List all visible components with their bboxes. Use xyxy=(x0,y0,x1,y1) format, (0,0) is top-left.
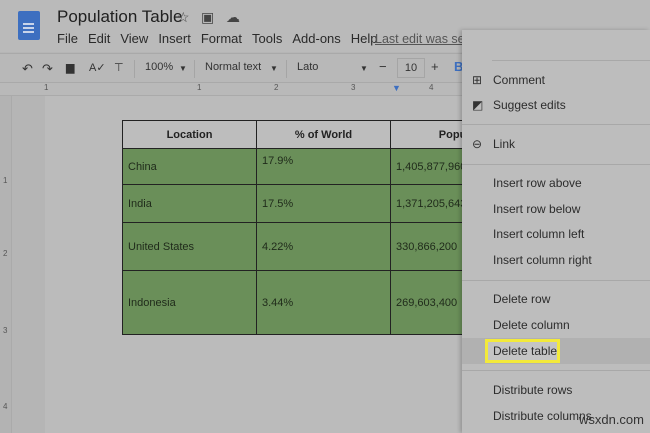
menu-format[interactable]: Format xyxy=(201,31,242,46)
table-cell[interactable]: 4.22% xyxy=(256,222,391,271)
table-cell[interactable]: 1,371,205,643 xyxy=(389,184,473,223)
decrease-font-button[interactable]: − xyxy=(379,59,387,74)
table-cell[interactable]: India xyxy=(122,184,257,223)
zoom-select[interactable]: 100% xyxy=(145,61,173,73)
table-header-row: Location % of World Popul xyxy=(122,120,473,149)
font-select[interactable]: Lato xyxy=(297,61,318,73)
table-cell[interactable]: 17.9% xyxy=(256,148,391,185)
population-table[interactable]: Location % of World Popul China 17.9% 1,… xyxy=(122,120,473,335)
redo-icon[interactable]: ↷ xyxy=(42,61,53,77)
table-cell[interactable]: 269,603,400 xyxy=(389,270,473,335)
context-menu: ⊞ Comment ◩ Suggest edits ⊖ Link Insert … xyxy=(462,30,650,433)
menu-addons[interactable]: Add-ons xyxy=(292,31,340,46)
menu-item-comment[interactable]: Comment xyxy=(493,73,545,87)
table-cell[interactable]: 1,405,877,960 xyxy=(389,148,473,185)
table-row: United States 4.22% 330,866,200 xyxy=(122,222,473,271)
header-cell[interactable]: % of World xyxy=(256,120,391,149)
menu-tools[interactable]: Tools xyxy=(252,31,282,46)
menu-item-insert-row-below[interactable]: Insert row below xyxy=(493,202,580,216)
spellcheck-icon[interactable]: A✓ xyxy=(89,61,106,74)
menu-help[interactable]: Help xyxy=(351,31,378,46)
docs-logo-icon[interactable] xyxy=(18,11,40,40)
table-cell[interactable]: 17.5% xyxy=(256,184,391,223)
chevron-down-icon: ▼ xyxy=(179,64,187,73)
table-row: India 17.5% 1,371,205,643 xyxy=(122,184,473,223)
undo-icon[interactable]: ↶ xyxy=(22,61,33,77)
style-select[interactable]: Normal text xyxy=(205,61,261,73)
header-cell[interactable]: Popul xyxy=(389,120,473,149)
table-cell[interactable]: Indonesia xyxy=(122,270,257,335)
menu-item-link[interactable]: Link xyxy=(493,137,515,151)
star-icon[interactable]: ☆ xyxy=(177,9,190,26)
menu-item-delete-table[interactable]: Delete table xyxy=(493,344,557,358)
chevron-down-icon: ▼ xyxy=(270,64,278,73)
comment-icon: ⊞ xyxy=(472,73,483,87)
menu-bar: File Edit View Insert Format Tools Add-o… xyxy=(57,31,378,46)
vertical-ruler[interactable]: 1 2 3 4 xyxy=(0,96,12,433)
move-folder-icon[interactable]: ▣ xyxy=(201,9,214,26)
menu-item-delete-column[interactable]: Delete column xyxy=(493,318,570,332)
menu-item-suggest-edits[interactable]: Suggest edits xyxy=(493,98,566,112)
menu-view[interactable]: View xyxy=(120,31,148,46)
menu-insert[interactable]: Insert xyxy=(158,31,191,46)
table-cell[interactable]: 330,866,200 xyxy=(389,222,473,271)
increase-font-button[interactable]: + xyxy=(431,59,439,74)
cloud-status-icon[interactable]: ☁ xyxy=(226,9,240,26)
horizontal-ruler[interactable]: 1 1 2 3 4 ▼ xyxy=(0,83,462,96)
link-icon: ⊖ xyxy=(472,137,483,151)
paint-format-icon[interactable]: ⊤ xyxy=(114,61,124,74)
indent-marker-icon[interactable]: ▼ xyxy=(392,83,401,93)
table-cell[interactable]: China xyxy=(122,148,257,185)
chevron-down-icon: ▼ xyxy=(360,64,368,73)
menu-item-insert-column-right[interactable]: Insert column right xyxy=(493,253,592,267)
watermark: wsxdn.com xyxy=(578,412,644,427)
menu-edit[interactable]: Edit xyxy=(88,31,110,46)
menu-item-distribute-columns[interactable]: Distribute columns xyxy=(493,409,592,423)
table-cell[interactable]: 3.44% xyxy=(256,270,391,335)
table-row: China 17.9% 1,405,877,960 xyxy=(122,148,473,185)
menu-item-insert-row-above[interactable]: Insert row above xyxy=(493,176,582,190)
table-row: Indonesia 3.44% 269,603,400 xyxy=(122,270,473,335)
table-cell[interactable]: United States xyxy=(122,222,257,271)
menu-item-insert-column-left[interactable]: Insert column left xyxy=(493,227,584,241)
suggest-edits-icon: ◩ xyxy=(472,98,484,112)
header-cell[interactable]: Location xyxy=(122,120,257,149)
document-title[interactable]: Population Table xyxy=(57,7,182,27)
menu-item-distribute-rows[interactable]: Distribute rows xyxy=(493,383,572,397)
font-size-input[interactable]: 10 xyxy=(397,58,425,78)
menu-item-delete-row[interactable]: Delete row xyxy=(493,292,550,306)
print-icon[interactable]: ▆ xyxy=(66,61,74,74)
menu-file[interactable]: File xyxy=(57,31,78,46)
